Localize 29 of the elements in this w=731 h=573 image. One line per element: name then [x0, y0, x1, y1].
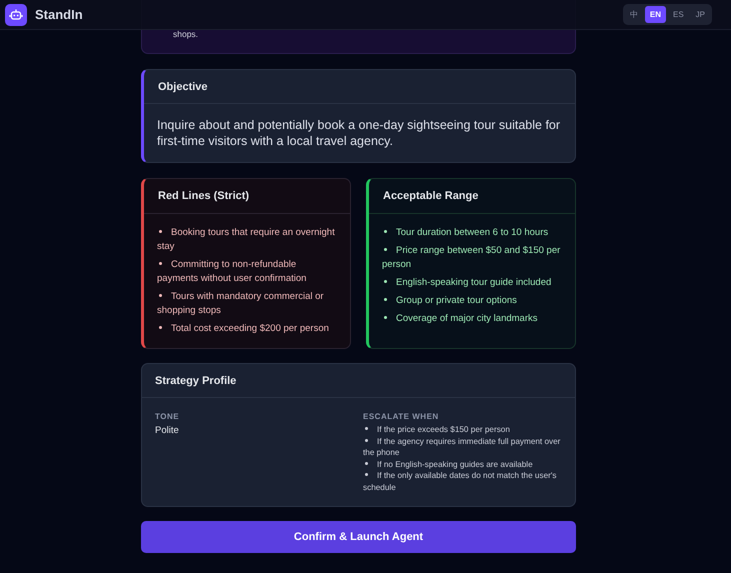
list-item: English-speaking tour guide included — [382, 276, 563, 290]
list-item: Booking tours that require an overnight stay — [157, 226, 336, 254]
language-option[interactable]: ES — [668, 6, 689, 23]
robot-icon — [5, 4, 27, 26]
field-label: ESCALATE WHEN — [363, 412, 440, 421]
list-item: Price range between $50 and $150 per person — [382, 244, 562, 272]
list-item: Committing to non-refundable payments without user confirmation — [157, 258, 308, 286]
confirm-button[interactable]: Confirm & Launch Agent — [141, 521, 576, 553]
language-option[interactable]: EN — [644, 6, 666, 23]
list-item: Group or private tour options — [382, 294, 563, 308]
card-text: shops. — [173, 29, 198, 39]
list-item: If the agency requires immediate full payment over the phone — [363, 436, 562, 458]
app-name: StandIn — [35, 7, 83, 22]
list-item: Total cost exceeding $200 per person — [157, 322, 338, 336]
field-label: TONE — [155, 412, 180, 421]
card-title: Objective — [144, 70, 575, 104]
list-item: Tour duration between 6 to 10 hours — [382, 226, 563, 240]
card-title: Strategy Profile — [142, 364, 575, 398]
list-item: Tours with mandatory commercial or shopping stops — [157, 290, 325, 318]
card-title: Red Lines (Strict) — [144, 179, 350, 214]
card-title: Acceptable Range — [369, 179, 575, 214]
tone-value: Polite — [155, 425, 180, 436]
objective-text: Inquire about and potentially book a one-day sightseeing tour suitable for first-time visitors with a local travel agency. — [156, 117, 562, 150]
list-item: Coverage of major city landmarks — [382, 312, 563, 326]
list-item: If the only available dates do not match the user's schedule — [363, 470, 558, 493]
list-item: If the price exceeds $150 per person — [363, 424, 562, 436]
list-item: If no English-speaking guides are available — [363, 458, 562, 470]
language-option[interactable]: 中 — [624, 6, 643, 23]
language-option[interactable]: JP — [690, 6, 710, 23]
